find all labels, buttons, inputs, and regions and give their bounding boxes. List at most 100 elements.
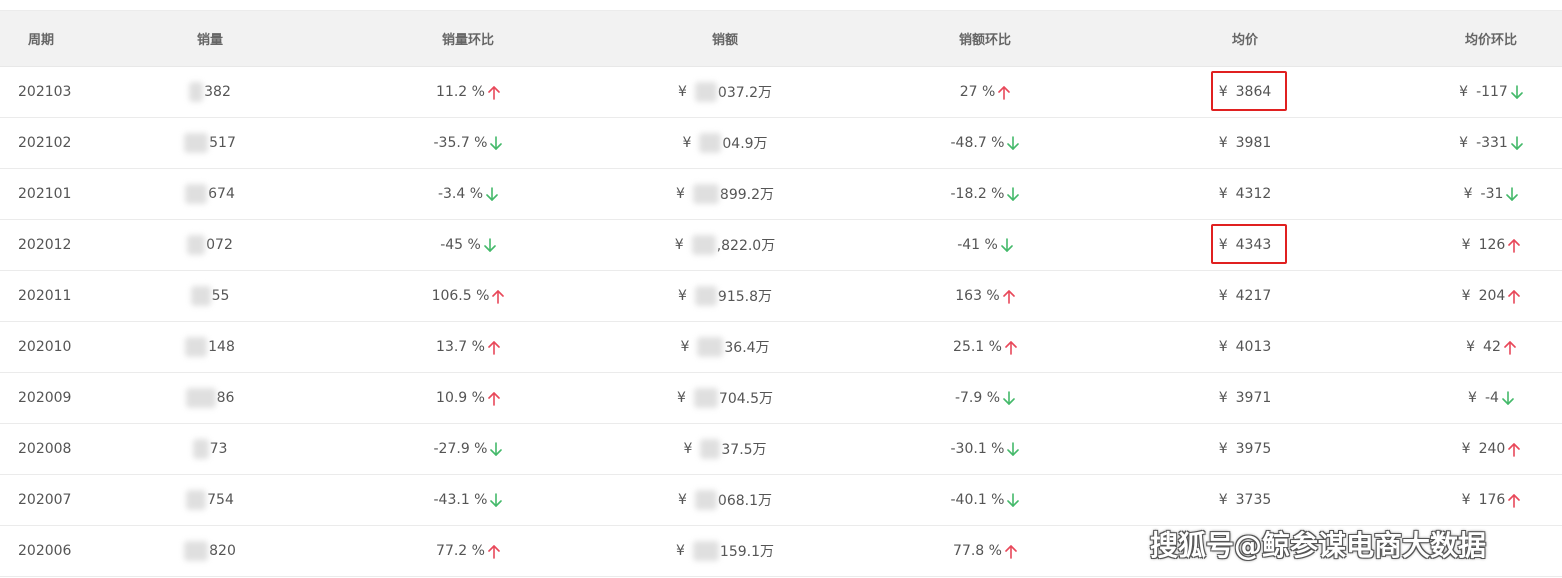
table-row[interactable]: 202102 517 -35.7 % ¥04.9万 -48.7 % ¥3981 ¥ -331 bbox=[0, 118, 1562, 169]
period-value: 202010 bbox=[18, 339, 72, 355]
period-value: 202008 bbox=[18, 441, 72, 457]
header-price-mom[interactable]: 均价环比 bbox=[1420, 11, 1562, 66]
sales-amount-value: 37.5万 bbox=[721, 442, 767, 458]
sales-amount-value: 704.5万 bbox=[718, 391, 773, 407]
avg-price-value: 4013 bbox=[1235, 339, 1272, 355]
table-row[interactable]: 202007 754 -43.1 % ¥068.1万 -40.1 % ¥3735 ¥176 bbox=[0, 475, 1562, 526]
currency-symbol: ¥ bbox=[675, 186, 685, 202]
volume-mom-value: -43.1 % bbox=[433, 492, 488, 508]
arrow-down-icon bbox=[484, 237, 496, 253]
sales-amount-cell: ¥159.1万 bbox=[640, 526, 810, 576]
arrow-down-icon bbox=[1007, 441, 1020, 457]
period-value: 202007 bbox=[18, 492, 72, 508]
redacted-blur bbox=[692, 541, 719, 561]
arrow-up-icon bbox=[1508, 238, 1521, 253]
arrow-up-icon bbox=[1504, 340, 1516, 355]
header-sales-amount[interactable]: 销额 bbox=[640, 11, 810, 66]
avg-price-value: 3981 bbox=[1235, 135, 1272, 151]
arrow-down-icon bbox=[490, 492, 503, 508]
period-cell: 202101 bbox=[0, 169, 118, 219]
currency-symbol: ¥ bbox=[677, 492, 687, 508]
currency-symbol: ¥ bbox=[683, 441, 693, 457]
table-row[interactable]: 202010 148 13.7 % ¥36.4万 25.1 % ¥4013 ¥42 bbox=[0, 322, 1562, 373]
sales-volume-value: 674 bbox=[208, 186, 235, 202]
sales-amount-cell: ¥899.2万 bbox=[640, 169, 810, 219]
arrow-up-icon bbox=[1005, 544, 1017, 559]
arrow-down-icon bbox=[1511, 84, 1523, 100]
highlight-box bbox=[1211, 71, 1287, 111]
amount-mom-cell: -48.7 % bbox=[905, 118, 1065, 168]
currency-symbol: ¥ bbox=[1461, 492, 1471, 508]
avg-price-cell: ¥4312 bbox=[1170, 169, 1320, 219]
sales-volume-cell: 517 bbox=[160, 118, 260, 168]
currency-symbol: ¥ bbox=[1218, 135, 1228, 151]
amount-mom-value: -40.1 % bbox=[950, 492, 1005, 508]
avg-price-cell: ¥3735 bbox=[1170, 475, 1320, 525]
table-row[interactable]: 202101 674 -3.4 % ¥899.2万 -18.2 % ¥4312 ¥ -31 bbox=[0, 169, 1562, 220]
redacted-blur bbox=[700, 439, 721, 459]
arrow-down-icon bbox=[1003, 390, 1015, 406]
volume-mom-value: -35.7 % bbox=[433, 135, 488, 151]
arrow-up-icon bbox=[998, 85, 1011, 100]
table-row[interactable]: 202011 55 106.5 % ¥915.8万 163 % ¥4217 ¥204 bbox=[0, 271, 1562, 322]
header-amount-mom[interactable]: 销额环比 bbox=[905, 11, 1065, 66]
header-sales-volume[interactable]: 销量 bbox=[160, 11, 260, 66]
header-volume-mom[interactable]: 销量环比 bbox=[398, 11, 538, 66]
period-cell: 202102 bbox=[0, 118, 118, 168]
volume-mom-value: -3.4 % bbox=[437, 186, 484, 202]
watermark: 搜狐号@鲸参谋电商大数据 bbox=[1150, 529, 1487, 562]
period-value: 202006 bbox=[18, 543, 72, 559]
amount-mom-value: -48.7 % bbox=[950, 135, 1005, 151]
amount-mom-cell: 77.8 % bbox=[905, 526, 1065, 576]
volume-mom-cell: 77.2 % bbox=[398, 526, 538, 576]
volume-mom-value: 10.9 % bbox=[436, 390, 485, 406]
amount-mom-cell: 163 % bbox=[905, 271, 1065, 321]
header-period[interactable]: 周期 bbox=[0, 11, 82, 66]
amount-mom-value: -7.9 % bbox=[954, 390, 1001, 406]
price-mom-value: 126 bbox=[1478, 237, 1506, 253]
arrow-down-icon bbox=[1502, 390, 1514, 406]
volume-mom-cell: -27.9 % bbox=[398, 424, 538, 474]
amount-mom-cell: 27 % bbox=[905, 67, 1065, 117]
volume-mom-cell: 10.9 % bbox=[398, 373, 538, 423]
sales-amount-cell: ¥037.2万 bbox=[640, 67, 810, 117]
table-row[interactable]: 202008 73 -27.9 % ¥37.5万 -30.1 % ¥3975 ¥240 bbox=[0, 424, 1562, 475]
price-mom-cell: ¥204 bbox=[1420, 271, 1562, 321]
volume-mom-cell: 13.7 % bbox=[398, 322, 538, 372]
currency-symbol: ¥ bbox=[676, 390, 686, 406]
sales-amount-value: 899.2万 bbox=[719, 187, 774, 203]
avg-price-value: 3975 bbox=[1235, 441, 1272, 457]
sales-volume-cell: 674 bbox=[160, 169, 260, 219]
redacted-blur bbox=[185, 184, 208, 204]
header-avg-price[interactable]: 均价 bbox=[1170, 11, 1320, 66]
price-mom-cell: ¥ -117 bbox=[1420, 67, 1562, 117]
sales-amount-value: 068.1万 bbox=[717, 493, 772, 509]
arrow-up-icon bbox=[1508, 493, 1521, 508]
sales-amount-cell: ¥ ,822.0万 bbox=[640, 220, 810, 270]
table-row[interactable]: 202012 072 -45 % ¥ ,822.0万 -41 % ¥4343 ¥126 bbox=[0, 220, 1562, 271]
currency-symbol: ¥ bbox=[680, 339, 690, 355]
sales-amount-cell: ¥704.5万 bbox=[640, 373, 810, 423]
table-row[interactable]: 202103 382 11.2 % ¥037.2万 27 % ¥3864 ¥ -117 bbox=[0, 67, 1562, 118]
currency-symbol: ¥ bbox=[1218, 492, 1228, 508]
currency-symbol: ¥ bbox=[1468, 390, 1477, 406]
sales-amount-value: 037.2万 bbox=[717, 85, 772, 101]
table-header: 周期 销量 销量环比 销额 销额环比 均价 均价环比 bbox=[0, 10, 1562, 67]
amount-mom-cell: -7.9 % bbox=[905, 373, 1065, 423]
price-mom-value: -331 bbox=[1476, 135, 1508, 151]
price-mom-value: -31 bbox=[1480, 186, 1504, 202]
price-mom-cell: ¥42 bbox=[1420, 322, 1562, 372]
table-row[interactable]: 202009 86 10.9 % ¥704.5万 -7.9 % ¥3971 ¥ -4 bbox=[0, 373, 1562, 424]
price-mom-value: -117 bbox=[1476, 84, 1508, 100]
sales-volume-cell: 382 bbox=[160, 67, 260, 117]
redacted-blur bbox=[184, 541, 209, 561]
currency-symbol: ¥ bbox=[1459, 84, 1469, 100]
arrow-down-icon bbox=[1007, 492, 1020, 508]
sales-volume-cell: 820 bbox=[160, 526, 260, 576]
arrow-up-icon bbox=[1002, 289, 1015, 304]
sales-volume-cell: 86 bbox=[160, 373, 260, 423]
volume-mom-value: 11.2 % bbox=[436, 84, 485, 100]
amount-mom-value: -18.2 % bbox=[950, 186, 1005, 202]
avg-price-value: 3735 bbox=[1235, 492, 1272, 508]
avg-price-cell: ¥3971 bbox=[1170, 373, 1320, 423]
